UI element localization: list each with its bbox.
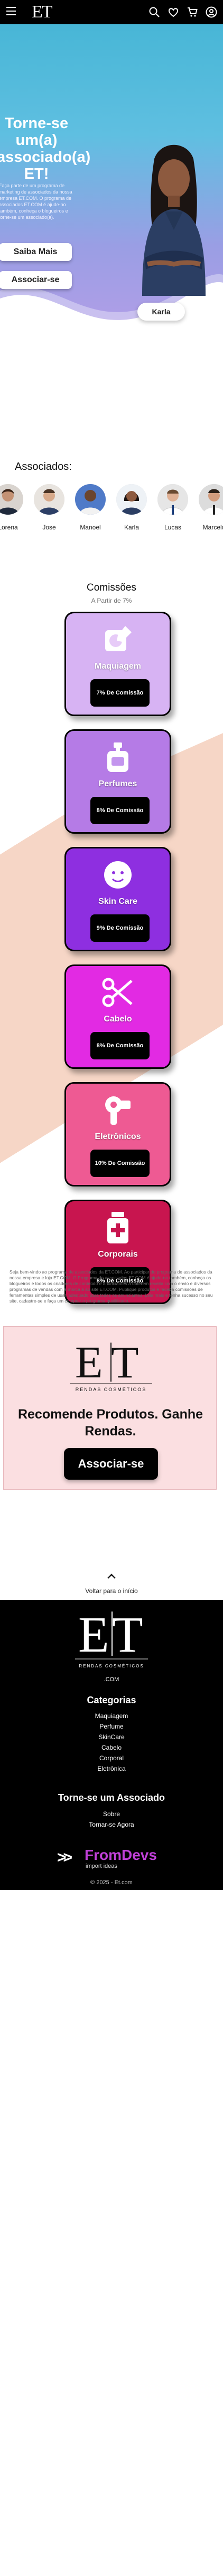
footer-link-hair[interactable]: Cabelo: [0, 1744, 223, 1751]
associate-name: Lorena: [0, 524, 18, 531]
card-title: Perfumes: [98, 779, 137, 788]
heart-icon[interactable]: [167, 6, 180, 18]
brand-logo: E T RENDAS COSMÉTICOS: [70, 1338, 152, 1392]
double-chevron-icon: >>: [57, 1849, 72, 1866]
page: ET Torne-se um(a) associado(a) ET! Faça …: [0, 0, 223, 2576]
commission-card-skin-care[interactable]: Skin Care 9% De Comissão: [64, 847, 171, 951]
recommend-section: E T RENDAS COSMÉTICOS Recomende Produtos…: [3, 1326, 217, 1490]
footer: E T RENDAS COSMÉTICOS .COM Categorias Ma…: [0, 1600, 223, 1890]
back-to-top[interactable]: Voltar para o início: [0, 1571, 223, 1600]
perfume-icon: [107, 742, 128, 772]
developer-credit[interactable]: >> FromDevs import ideas: [57, 1847, 173, 1870]
footer-link-body[interactable]: Corporal: [0, 1754, 223, 1762]
search-icon[interactable]: [148, 6, 161, 18]
associate-item[interactable]: Lucas: [157, 484, 188, 531]
program-disclaimer: Seja bem-vindo ao programa de associados…: [10, 1269, 213, 1304]
commission-badge[interactable]: 8% De Comissão: [90, 1032, 150, 1059]
body-care-icon: [107, 1212, 128, 1243]
user-icon[interactable]: [205, 6, 218, 18]
footer-link-join-now[interactable]: Tornar-se Agora: [0, 1821, 223, 1828]
featured-associate-photo: [142, 144, 206, 296]
associate-item[interactable]: Lorena: [0, 484, 23, 531]
commission-card-electronics[interactable]: Eletrônicos 10% De Comissão: [64, 1082, 171, 1186]
skin-care-icon: [104, 861, 132, 889]
footer-link-perfume[interactable]: Perfume: [0, 1723, 223, 1730]
footer-logo[interactable]: E T RENDAS COSMÉTICOS: [73, 1606, 150, 1675]
associate-section-title: Torne-se um Associado: [58, 1792, 165, 1803]
associate-name: Jose: [42, 524, 56, 531]
avatar: [157, 484, 188, 515]
logo-subtitle: RENDAS COSMÉTICOS: [79, 1664, 144, 1668]
commissions-title: Comissões: [87, 582, 136, 593]
scissors-icon: [102, 978, 133, 1007]
commissions-subtitle: A Partir de 7%: [91, 597, 132, 604]
avatar: [34, 484, 64, 515]
cart-icon[interactable]: [186, 6, 199, 18]
svg-text:T: T: [111, 1338, 139, 1387]
commission-card-hair[interactable]: Cabelo 8% De Comissão: [64, 964, 171, 1069]
learn-more-button[interactable]: Saiba Mais: [0, 243, 72, 261]
card-title: Eletrônicos: [95, 1132, 141, 1141]
associate-name: Lucas: [164, 524, 182, 531]
developer-brand: FromDevs: [85, 1847, 157, 1863]
associates-list: Lorena Jose Manoel Karla Lucas Marcelo: [0, 484, 223, 542]
card-title: Corporais: [98, 1250, 138, 1259]
associate-name: Manoel: [80, 524, 101, 531]
commission-badge[interactable]: 9% De Comissão: [90, 914, 150, 942]
hero-description: Faça parte de um programa de marketing d…: [0, 183, 72, 220]
join-hero-button[interactable]: Associar-se: [0, 271, 72, 289]
back-to-top-label: Voltar para o início: [85, 1587, 138, 1595]
svg-text:T: T: [112, 1606, 143, 1663]
associates-title: Associados:: [15, 461, 72, 472]
avatar: [0, 484, 23, 515]
footer-link-electronics[interactable]: Eletrônica: [0, 1765, 223, 1772]
avatar: [75, 484, 106, 515]
join-button[interactable]: Associar-se: [64, 1448, 158, 1480]
avatar: [199, 484, 223, 515]
commission-card-perfumes[interactable]: Perfumes 8% De Comissão: [64, 729, 171, 834]
svg-text:E: E: [75, 1338, 103, 1387]
hero-title: Torne-se um(a) associado(a) ET!: [0, 115, 91, 182]
featured-associate-name: Karla: [137, 303, 185, 321]
footer-link-makeup[interactable]: Maquiagem: [0, 1712, 223, 1720]
categories-title: Categorias: [87, 1695, 136, 1705]
card-title: Skin Care: [98, 897, 137, 906]
svg-text:E: E: [78, 1606, 109, 1663]
commission-badge[interactable]: 7% De Comissão: [90, 679, 150, 707]
card-title: Cabelo: [104, 1015, 132, 1024]
associate-item[interactable]: Marcelo: [199, 484, 223, 531]
associate-item[interactable]: Karla: [116, 484, 147, 531]
commission-card-makeup[interactable]: Maquiagem 7% De Comissão: [64, 612, 171, 716]
logo-subtitle: RENDAS COSMÉTICOS: [76, 1387, 147, 1392]
commission-badge[interactable]: 8% De Comissão: [90, 797, 150, 824]
developer-tagline: import ideas: [86, 1863, 117, 1869]
commission-badge[interactable]: 10% De Comissão: [90, 1150, 150, 1177]
card-title: Maquiagem: [94, 662, 141, 671]
copyright: © 2025 - Et.com: [90, 1879, 133, 1886]
associate-item[interactable]: Jose: [34, 484, 64, 531]
chevron-up-icon: [107, 1574, 116, 1579]
hero-banner: Torne-se um(a) associado(a) ET! Faça par…: [0, 24, 223, 341]
makeup-icon: [105, 626, 132, 651]
menu-icon[interactable]: [6, 7, 16, 17]
associate-name: Karla: [124, 524, 139, 531]
associate-name: Marcelo: [202, 524, 223, 531]
hair-dryer-icon: [105, 1096, 131, 1125]
header-actions: [148, 6, 218, 18]
top-header: ET: [0, 0, 223, 24]
footer-domain: .COM: [104, 1676, 119, 1683]
associate-item[interactable]: Manoel: [75, 484, 106, 531]
avatar: [116, 484, 147, 515]
header-logo[interactable]: ET: [32, 2, 63, 22]
footer-link-about[interactable]: Sobre: [0, 1810, 223, 1818]
recommend-title: Recomende Produtos. Ganhe Rendas.: [17, 1407, 203, 1439]
footer-link-skincare[interactable]: SkinCare: [0, 1733, 223, 1741]
